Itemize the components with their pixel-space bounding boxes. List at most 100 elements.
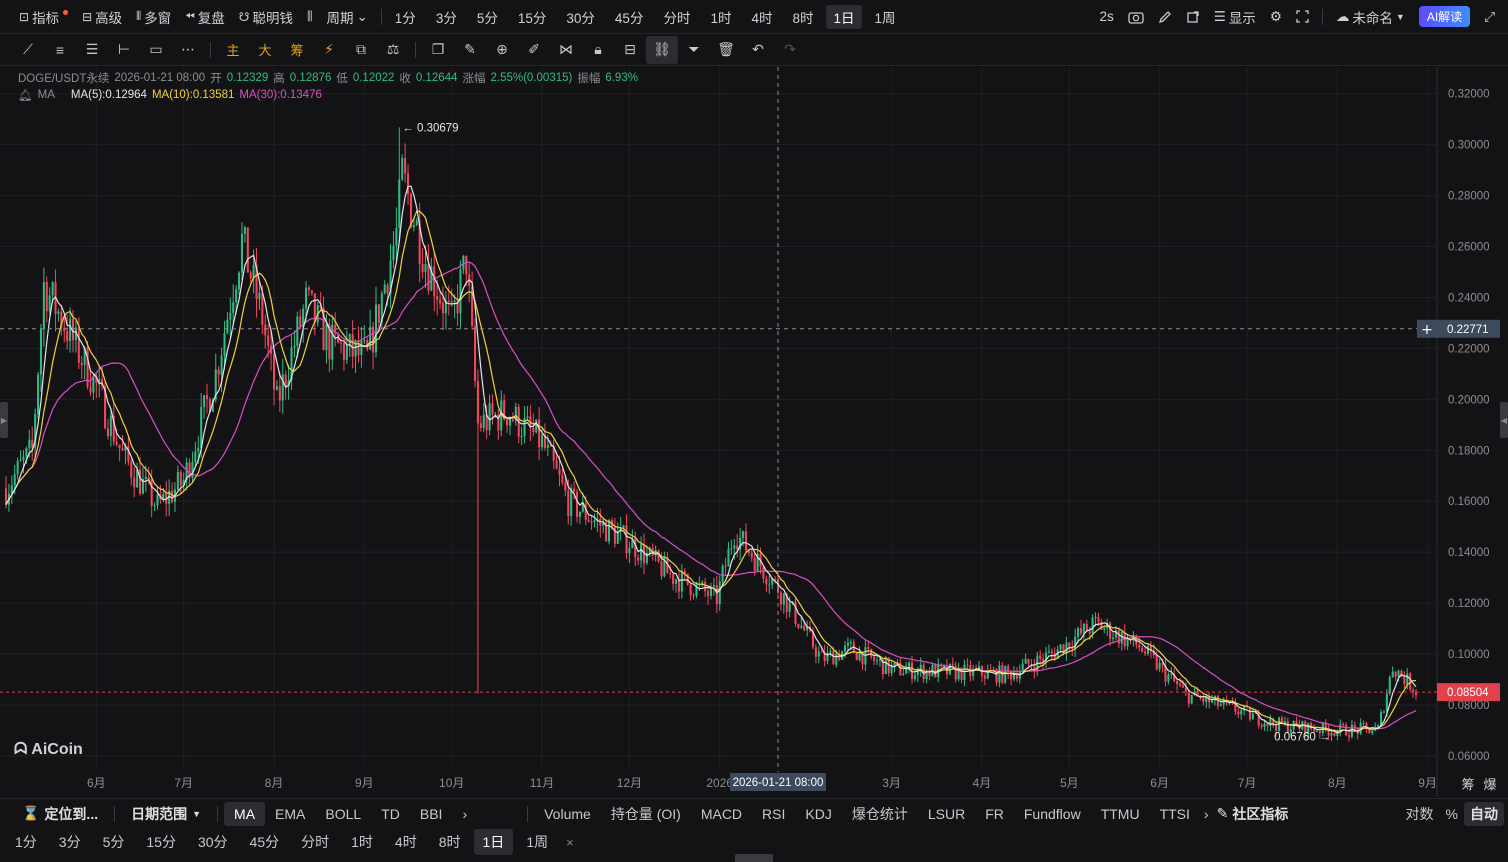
bottom-period-tab[interactable]: 1分 bbox=[6, 829, 46, 855]
top-menu-item-4[interactable]: ☋ 聪明钱 bbox=[232, 5, 300, 29]
display-button[interactable]: ☰ 显示 bbox=[1207, 5, 1263, 29]
bottom-period-tab[interactable]: 5分 bbox=[94, 829, 134, 855]
layout-name-dropdown[interactable]: ☁ 未命名 ▼ bbox=[1329, 5, 1412, 29]
edit-icon[interactable] bbox=[1151, 5, 1179, 29]
bell-icon[interactable]: 🔔︎ bbox=[18, 88, 33, 102]
top-menu-item-3[interactable]: ⏪︎ 复盘 bbox=[178, 5, 232, 29]
template-icon[interactable]: ⊟ bbox=[614, 36, 646, 64]
date-range-dropdown[interactable]: 日期范围 ▼ bbox=[121, 802, 211, 826]
copy-icon[interactable]: ❐ bbox=[422, 36, 454, 64]
chart-area[interactable]: 0.32000 0.30000 0.28000 0.26000 0.24000 0.220… bbox=[0, 67, 1508, 797]
period-tab[interactable]: 45分 bbox=[608, 5, 651, 29]
ruler-icon[interactable]: ✎ bbox=[454, 36, 486, 64]
period-tab[interactable]: 1日 bbox=[826, 4, 862, 29]
filter-icon[interactable]: ⏷ bbox=[678, 36, 710, 64]
candle-body bbox=[733, 545, 736, 549]
magnet-icon[interactable]: ⋈ bbox=[550, 36, 582, 64]
sub-indicator-tab[interactable]: FR bbox=[975, 802, 1014, 826]
redo-icon[interactable]: ↷ bbox=[774, 36, 806, 64]
ai-analysis-button[interactable]: AI解读 bbox=[1412, 5, 1477, 29]
bottom-period-tab[interactable]: 1周 bbox=[517, 829, 557, 855]
bottom-period-tab[interactable]: 分时 bbox=[292, 829, 338, 855]
main-indicators-more-icon[interactable]: › bbox=[452, 802, 477, 826]
horizontal-ray-icon[interactable]: ⊢ bbox=[108, 36, 140, 64]
main-indicator-tab[interactable]: BBI bbox=[410, 802, 453, 826]
bottom-period-tab[interactable]: 15分 bbox=[137, 829, 185, 855]
main-indicator-tab[interactable]: EMA bbox=[265, 802, 315, 826]
bottom-period-tab[interactable]: 1时 bbox=[342, 829, 382, 855]
bottom-period-tab[interactable]: 8时 bbox=[430, 829, 470, 855]
sub-indicator-tab[interactable]: TTMU bbox=[1091, 802, 1150, 826]
locate-button[interactable]: ⌛ 定位到... bbox=[12, 802, 108, 826]
period-tab[interactable]: 4时 bbox=[744, 5, 779, 29]
share-icon[interactable] bbox=[1179, 5, 1207, 29]
period-tab[interactable]: 1周 bbox=[868, 5, 903, 29]
undo-icon[interactable]: ↶ bbox=[742, 36, 774, 64]
bottom-panel-handle[interactable] bbox=[735, 854, 773, 862]
fullscreen-icon[interactable] bbox=[1289, 5, 1316, 29]
main-indicator-tab[interactable]: TD bbox=[371, 802, 410, 826]
sub-indicator-tab[interactable]: MACD bbox=[691, 802, 752, 826]
sub-indicators-more-icon[interactable]: › bbox=[1200, 802, 1213, 826]
more-shapes-icon[interactable]: ⋯ bbox=[172, 36, 204, 64]
settings-icon[interactable]: ⚙ bbox=[1263, 5, 1289, 29]
top-menu-item-5[interactable]: ⫼ bbox=[300, 5, 320, 29]
trash-icon[interactable]: 🗑︎ bbox=[710, 36, 742, 64]
top-menu-item-6[interactable]: 周期 ⌄ bbox=[319, 5, 374, 29]
bottom-period-tab[interactable]: 1日 bbox=[473, 829, 514, 855]
measure-icon[interactable]: ⚖ bbox=[377, 36, 409, 64]
sub-indicator-tab[interactable]: TTSI bbox=[1150, 802, 1200, 826]
main-force-tool[interactable]: 主 bbox=[217, 36, 249, 64]
right-panel-handle[interactable]: ◀ bbox=[1500, 402, 1508, 438]
expand-icon[interactable]: ⤢ bbox=[1477, 5, 1502, 29]
trend-line-icon[interactable]: ⟋ bbox=[12, 36, 44, 64]
period-tab[interactable]: 15分 bbox=[511, 5, 554, 29]
lock-icon[interactable]: 🔒︎ bbox=[582, 36, 614, 64]
horizontal-lines-icon[interactable]: ☰ bbox=[76, 36, 108, 64]
sub-indicator-tab[interactable]: 持仓量 (OI) bbox=[601, 802, 691, 826]
eraser-icon[interactable]: ✐ bbox=[518, 36, 550, 64]
period-tab[interactable]: 1时 bbox=[703, 5, 738, 29]
chip-tool[interactable]: 筹 bbox=[281, 36, 313, 64]
period-tab[interactable]: 8时 bbox=[785, 5, 820, 29]
bottom-period-tab[interactable]: 3分 bbox=[50, 829, 90, 855]
top-menu-item-1[interactable]: ⊟ 高级 bbox=[75, 5, 129, 29]
period-tab[interactable]: 3分 bbox=[429, 5, 464, 29]
side-toggle-label[interactable]: 筹 bbox=[1461, 777, 1474, 793]
log-scale-toggle[interactable]: 对数 bbox=[1400, 802, 1440, 826]
camera-icon[interactable] bbox=[1121, 5, 1151, 29]
rectangle-icon[interactable]: ▭ bbox=[140, 36, 172, 64]
sub-indicator-tab[interactable]: 爆仓统计 bbox=[842, 802, 918, 826]
percent-scale-toggle[interactable]: % bbox=[1440, 802, 1464, 826]
period-tab[interactable]: 30分 bbox=[559, 5, 602, 29]
sub-indicator-tab[interactable]: Volume bbox=[534, 802, 601, 826]
sub-indicator-tab[interactable]: RSI bbox=[752, 802, 795, 826]
parallel-lines-icon[interactable]: ≡ bbox=[44, 36, 76, 64]
period-tab[interactable]: 5分 bbox=[470, 5, 505, 29]
top-menu-item-2[interactable]: ⫴ 多窗 bbox=[129, 5, 178, 29]
left-panel-handle[interactable]: ▶ bbox=[0, 402, 8, 438]
link-icon[interactable]: ⛓︎ bbox=[646, 35, 678, 64]
big-order-tool[interactable]: 大 bbox=[249, 36, 281, 64]
side-toggle-label[interactable]: 爆 bbox=[1483, 778, 1496, 793]
sub-indicator-tab[interactable]: LSUR bbox=[918, 802, 975, 826]
signal-icon[interactable]: ⚡ bbox=[313, 36, 345, 64]
ma-title[interactable]: MA bbox=[38, 89, 55, 101]
refresh-interval[interactable]: 2s bbox=[1092, 5, 1120, 29]
auto-scale-toggle[interactable]: 自动 bbox=[1464, 801, 1504, 826]
main-indicator-tab[interactable]: MA bbox=[224, 801, 266, 826]
price-chart[interactable]: 0.32000 0.30000 0.28000 0.26000 0.24000 0.220… bbox=[0, 67, 1508, 797]
top-menu-item-0[interactable]: ⊡ 指标 bbox=[12, 5, 75, 29]
period-tab[interactable]: 1分 bbox=[388, 5, 423, 29]
bottom-period-tab[interactable]: 30分 bbox=[189, 829, 237, 855]
sub-indicator-tab[interactable]: KDJ bbox=[795, 802, 841, 826]
main-indicator-tab[interactable]: BOLL bbox=[315, 802, 371, 826]
community-indicators-button[interactable]: ✎ 社区指标 bbox=[1213, 802, 1293, 826]
bottom-period-tab[interactable]: 45分 bbox=[241, 829, 289, 855]
sub-indicator-tab[interactable]: Fundflow bbox=[1014, 802, 1091, 826]
close-period-bar-icon[interactable]: × bbox=[557, 829, 583, 855]
period-tab[interactable]: 分时 bbox=[656, 5, 697, 29]
bottom-period-tab[interactable]: 4时 bbox=[386, 829, 426, 855]
zoom-in-icon[interactable]: ⊕ bbox=[486, 36, 518, 64]
compare-icon[interactable]: ⧉ bbox=[345, 36, 377, 64]
